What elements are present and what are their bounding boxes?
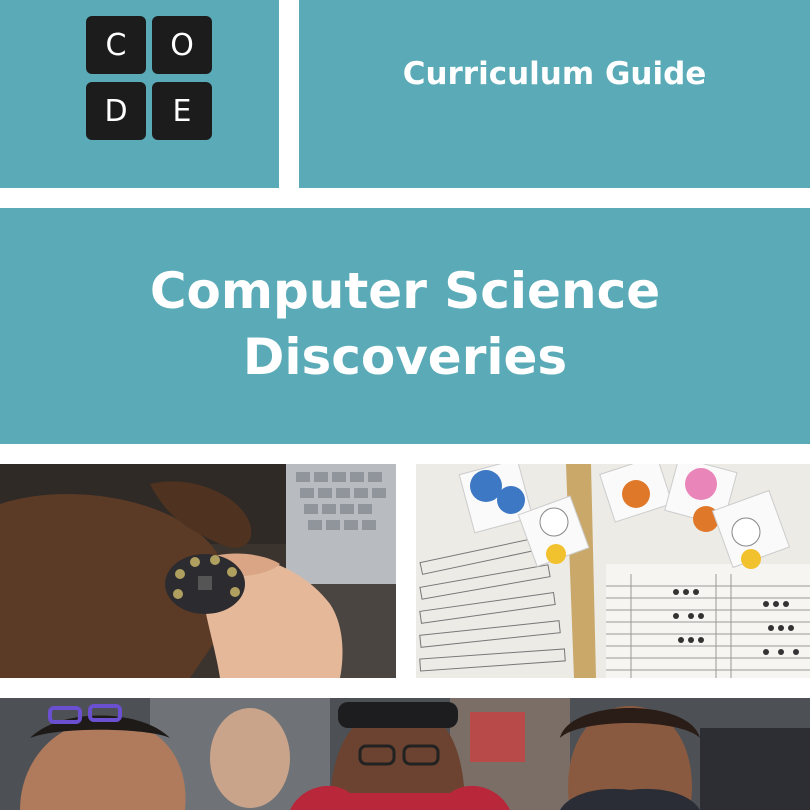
title-panel: Computer Science Discoveries [0, 208, 810, 444]
logo-tile-o: O [152, 16, 212, 74]
logo-tile-c: C [86, 16, 146, 74]
title-line-1: Computer Science [149, 262, 661, 320]
title-line-2: Discoveries [242, 328, 568, 386]
hands-holding-circuit-board-photo [0, 464, 396, 678]
binary-worksheet-with-emoji-cards-photo [416, 464, 810, 678]
logo-tile-e: E [152, 82, 212, 140]
code-logo: C O D E [86, 16, 213, 140]
subtitle-panel: Curriculum Guide [299, 0, 810, 188]
page-title: Computer Science Discoveries [0, 258, 810, 390]
students-in-classroom-photo [0, 698, 810, 810]
logo-panel: C O D E [0, 0, 279, 188]
logo-tile-d: D [86, 82, 146, 140]
subtitle: Curriculum Guide [402, 56, 707, 92]
